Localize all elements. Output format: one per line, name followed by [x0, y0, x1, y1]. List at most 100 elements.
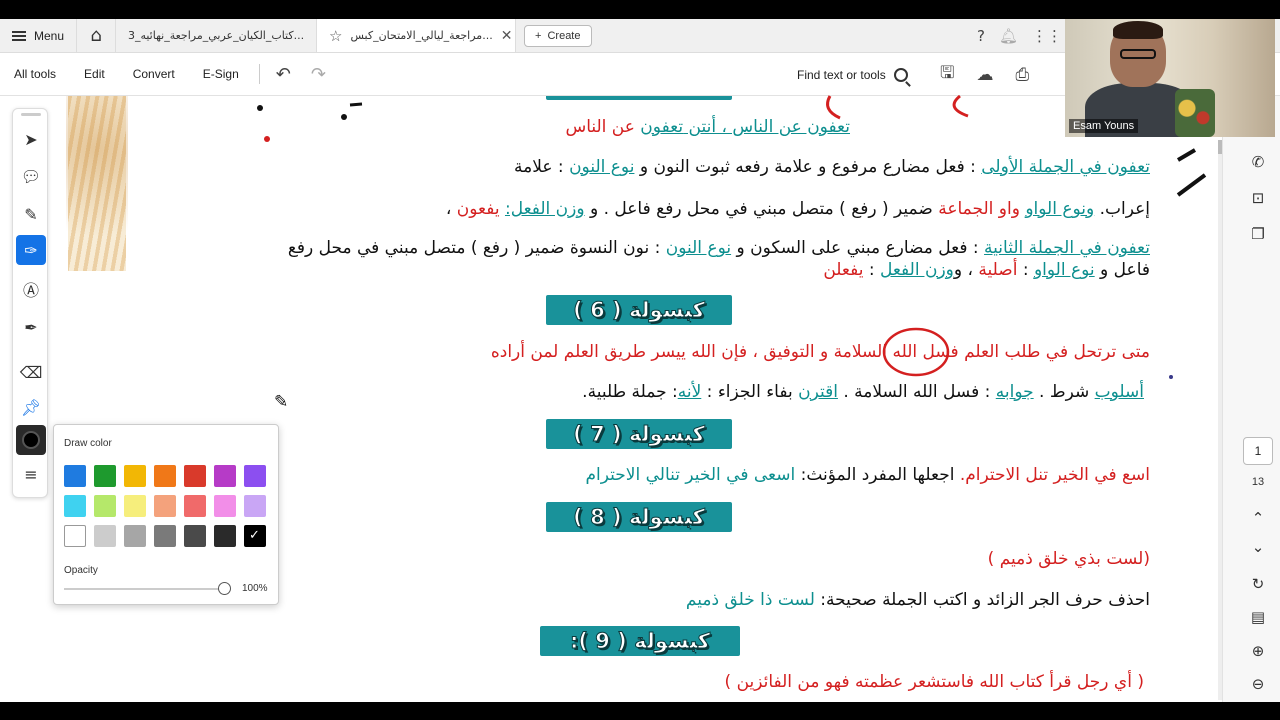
- question-8b: احذف حرف الجر الزائد و اكتب الجملة صحيحة…: [686, 590, 1150, 610]
- menu-button[interactable]: Menu: [0, 19, 76, 52]
- rotate-icon[interactable]: ↻: [1246, 575, 1270, 593]
- select-arrow-icon[interactable]: ➤: [16, 124, 46, 154]
- color-swatch[interactable]: [184, 465, 206, 487]
- chevron-up-icon[interactable]: ⌃: [1246, 509, 1270, 527]
- esign-button[interactable]: E-Sign: [189, 67, 253, 81]
- line3-p2: ونوع الواو: [1025, 199, 1095, 219]
- question-6: متى ترتحل في طلب العلم فسل الله السلامة …: [491, 342, 1150, 362]
- print-icon[interactable]: ⎙: [1015, 65, 1029, 85]
- tab-document-1[interactable]: كتاب_الكيان_عربي_مراجعة_نهائيه_3...: [116, 19, 316, 52]
- toolbar-divider: [258, 64, 260, 84]
- palette-grip[interactable]: [21, 113, 41, 116]
- convert-button[interactable]: Convert: [119, 67, 189, 81]
- close-icon[interactable]: ✕: [501, 28, 513, 44]
- zoom-in-icon[interactable]: ⊕: [1246, 642, 1270, 660]
- chevron-down-icon[interactable]: ⌄: [1246, 538, 1270, 556]
- eraser-icon[interactable]: ⌫: [16, 357, 46, 387]
- zoom-out-icon[interactable]: ⊖: [1246, 675, 1270, 693]
- text-box-icon[interactable]: Ⓐ: [16, 274, 46, 304]
- all-tools-button[interactable]: All tools: [0, 67, 70, 81]
- a6-p6: بفاء الجزاء :: [701, 382, 799, 402]
- color-swatch[interactable]: [94, 495, 116, 517]
- edit-button[interactable]: Edit: [70, 67, 119, 81]
- help-icon[interactable]: ?: [977, 27, 985, 45]
- color-swatch[interactable]: [94, 525, 116, 547]
- page-total: 13: [1251, 476, 1265, 488]
- apps-grid-icon[interactable]: ⋮⋮: [1032, 27, 1062, 45]
- banner-top-partial: [546, 96, 732, 100]
- color-swatch[interactable]: [154, 495, 176, 517]
- upload-cloud-icon[interactable]: ☁: [976, 65, 993, 85]
- a6-p4: : فسل الله السلامة .: [837, 382, 996, 402]
- opacity-slider-track[interactable]: [64, 588, 224, 590]
- color-picker-button[interactable]: [16, 425, 46, 455]
- bookmark-icon[interactable]: ⊡: [1246, 189, 1270, 207]
- color-swatch[interactable]: [184, 495, 206, 517]
- banner6-label: كبسولة ( 6 ): [573, 298, 705, 323]
- color-swatch[interactable]: [64, 525, 86, 547]
- comment-icon[interactable]: ✆: [1246, 153, 1270, 171]
- search-icon: [893, 67, 908, 82]
- page-settings-icon[interactable]: ▤: [1246, 608, 1270, 626]
- line3-p6: يفعون: [456, 199, 505, 219]
- more-options-icon[interactable]: ≡: [16, 459, 46, 489]
- presenter-glasses: [1120, 49, 1156, 59]
- presenter-name: Esam Youns: [1069, 119, 1139, 133]
- plus-icon: +: [535, 29, 542, 42]
- color-swatch[interactable]: [124, 495, 146, 517]
- line2-p3: نوع النون: [569, 157, 635, 177]
- pencil-cursor-icon: ✎: [274, 392, 289, 412]
- color-swatch[interactable]: [244, 495, 266, 517]
- bell-icon[interactable]: 🔔︎: [999, 27, 1018, 45]
- star-icon[interactable]: ☆: [329, 27, 342, 45]
- page-number-input[interactable]: 1: [1243, 437, 1273, 465]
- home-icon[interactable]: ⌂: [76, 19, 117, 52]
- color-swatch[interactable]: [64, 495, 86, 517]
- answer-6: أسلوب شرط . جوابه : فسل الله السلامة . ا…: [582, 382, 1144, 402]
- line2-p2: : فعل مضارع مرفوع و علامة رفعه ثبوت النو…: [634, 157, 982, 177]
- line1-part1: تعفون عن الناس ، أنتن: [683, 117, 851, 137]
- find-text-or-tools[interactable]: Find text or tools: [797, 53, 908, 96]
- a6-p8: : جملة طلبية.: [582, 382, 678, 402]
- copy-pages-icon[interactable]: ❐: [1246, 225, 1270, 243]
- create-button[interactable]: + Create: [524, 24, 592, 47]
- color-swatch[interactable]: [244, 465, 266, 487]
- color-swatch[interactable]: [94, 465, 116, 487]
- color-swatch[interactable]: [124, 525, 146, 547]
- q8b-p2: لست ذا خلق ذميم: [685, 590, 815, 610]
- undo-icon[interactable]: ↶: [266, 64, 301, 85]
- color-swatch[interactable]: [124, 465, 146, 487]
- color-swatch[interactable]: [154, 465, 176, 487]
- pin-icon[interactable]: 📌︎: [16, 392, 46, 422]
- line5-p3: :: [1017, 260, 1034, 280]
- color-swatch[interactable]: [64, 465, 86, 487]
- color-swatch[interactable]: [214, 465, 236, 487]
- redo-icon[interactable]: ↷: [301, 64, 336, 85]
- flowers-decoration: [1175, 89, 1215, 137]
- line4-p3: نوع النون: [665, 238, 732, 258]
- color-swatch[interactable]: [244, 525, 266, 547]
- line5-p7: :: [863, 260, 880, 280]
- color-swatch[interactable]: [184, 525, 206, 547]
- q8b-p1: احذف حرف الجر الزائد و اكتب الجملة صحيحة…: [814, 590, 1150, 610]
- save-icon[interactable]: 🖫: [940, 60, 954, 89]
- color-swatch[interactable]: [214, 525, 236, 547]
- color-swatch[interactable]: [214, 495, 236, 517]
- letterbox-top: [0, 0, 1280, 19]
- color-swatch[interactable]: [154, 525, 176, 547]
- line4-p2: : فعل مضارع مبني على السكون و: [731, 238, 985, 258]
- a6-p2: شرط .: [1033, 382, 1095, 402]
- opacity-slider-knob[interactable]: [218, 582, 231, 595]
- document-page[interactable]: تعفون عن الناس ، أنتن تعفون عن الناس تعف…: [0, 96, 1222, 702]
- toolbar-right-icons: 🖫 ☁ ⎙: [940, 53, 1029, 96]
- opacity-value: 100%: [242, 583, 268, 594]
- fill-sign-icon[interactable]: ✒: [16, 312, 46, 342]
- draw-freehand-icon[interactable]: ✑: [16, 235, 46, 265]
- line4-p4: : نون النسوة ضمير ( رفع ) متصل مبني في م…: [287, 238, 666, 258]
- q7-p1: اسع في الخير تنل الاحترام.: [959, 465, 1150, 485]
- line-5: فاعل و نوع الواو : أصلية ، ووزن الفعل : …: [823, 260, 1150, 280]
- line-3: إعراب. ونوع الواو واو الجماعة ضمير ( رفع…: [446, 199, 1150, 219]
- tab-document-2[interactable]: ☆ مراجعة_ليالي_الامتحان_كبس... ✕: [316, 19, 517, 52]
- add-comment-icon[interactable]: 💬︎: [16, 161, 46, 191]
- highlight-pen-icon[interactable]: ✎: [16, 199, 46, 229]
